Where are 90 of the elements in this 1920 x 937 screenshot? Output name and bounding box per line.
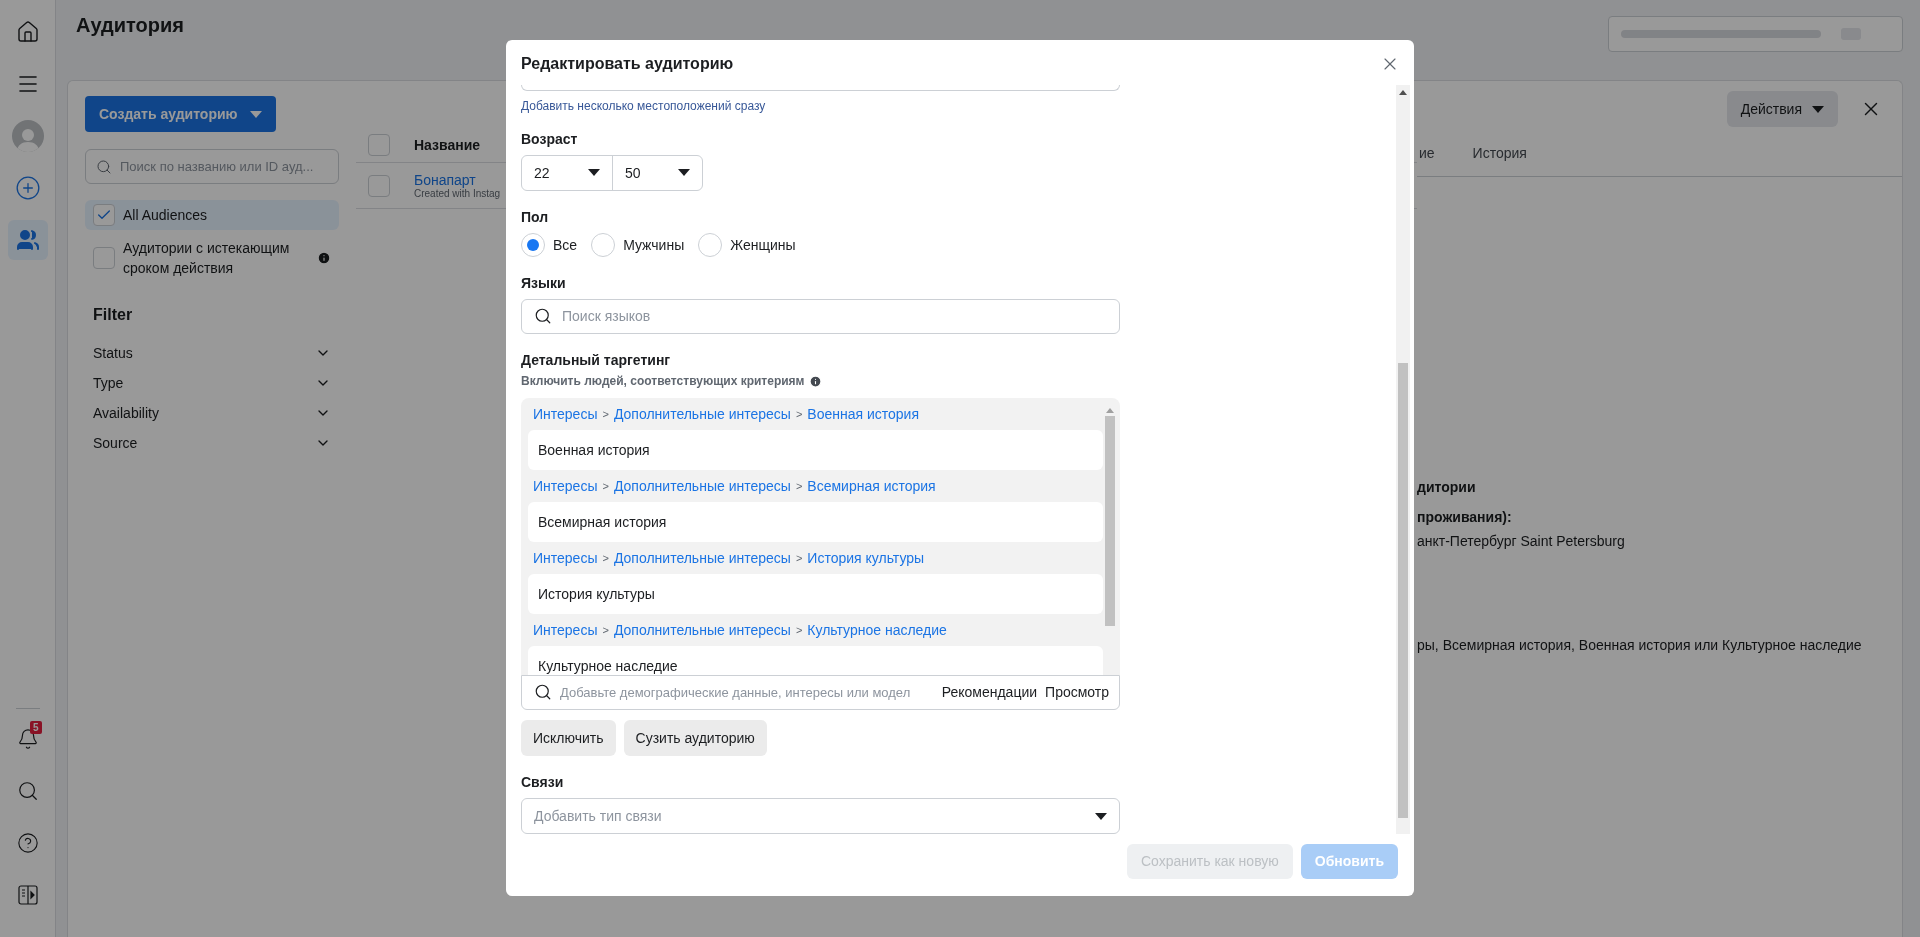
- page-title: Аудитория: [76, 14, 184, 37]
- audience-source: Created with Instag: [414, 188, 501, 199]
- avatar-icon: [11, 120, 44, 152]
- add-locations-link[interactable]: Добавить несколько местоположений сразу: [521, 98, 766, 113]
- nav-item[interactable]: [7, 220, 48, 260]
- filter-title: Filter: [93, 306, 134, 324]
- search-icon: [96, 158, 112, 175]
- notification-badge: 5: [29, 721, 42, 734]
- targeting-search-field[interactable]: Добавьте демографические данные, интересы или модел Рекомендации Просмотр: [521, 674, 1120, 711]
- scrollbar[interactable]: [1396, 85, 1410, 834]
- create-audience-button[interactable]: Создать аудиторию: [85, 96, 276, 132]
- panel-icon: [17, 885, 38, 905]
- search-icon: [534, 683, 552, 702]
- breadcrumb-separator: >: [602, 552, 609, 565]
- gender-label: Пол: [521, 208, 550, 225]
- breadcrumb-link[interactable]: Интересы: [533, 550, 598, 567]
- breadcrumb-link[interactable]: Дополнительные интересы: [613, 622, 791, 639]
- dialog-title: Редактировать аудиторию: [521, 54, 734, 73]
- breadcrumb-separator: >: [795, 552, 803, 565]
- breadcrumb-separator: >: [795, 480, 803, 493]
- people-icon: [15, 228, 40, 252]
- filter-item[interactable]: Status: [85, 338, 339, 368]
- breadcrumb-link[interactable]: Интересы: [533, 406, 598, 423]
- breadcrumb-link[interactable]: Интересы: [533, 478, 598, 495]
- detail-tab[interactable]: ие: [1419, 144, 1435, 161]
- breadcrumb-separator: >: [795, 408, 803, 421]
- checkbox[interactable]: [368, 174, 390, 197]
- gender-option-label: Все: [553, 236, 578, 253]
- breadcrumb-link[interactable]: История культуры: [807, 550, 925, 567]
- breadcrumb-separator: >: [602, 480, 609, 493]
- gender-option-label: Женщины: [730, 236, 796, 253]
- detail-tab[interactable]: История: [1472, 144, 1527, 161]
- caret-icon: [1095, 812, 1107, 820]
- detail-label: дитории: [1417, 479, 1477, 495]
- targeting-item[interactable]: История культуры: [528, 574, 1103, 615]
- connections-label: Связи: [521, 774, 565, 791]
- audience-list-item[interactable]: Аудитории с истекающим сроком действия: [85, 234, 339, 282]
- breadcrumb-link[interactable]: Дополнительные интересы: [613, 478, 791, 495]
- plus-circle-icon: [14, 175, 41, 201]
- audience-list-item[interactable]: All Audiences: [85, 200, 339, 230]
- breadcrumb-link[interactable]: Военная история: [807, 406, 919, 423]
- targeting-action-button[interactable]: Исключить: [521, 720, 616, 757]
- checkbox[interactable]: [368, 133, 390, 156]
- breadcrumb-link[interactable]: Всемирная история: [807, 478, 936, 495]
- detail-value: ры, Всемирная история, Военная история или Культурное наследие: [1417, 637, 1863, 653]
- breadcrumb-link[interactable]: Дополнительные интересы: [613, 406, 791, 423]
- targeting-action-button[interactable]: Сузить аудиторию: [623, 720, 767, 757]
- filter-item[interactable]: Source: [85, 428, 339, 458]
- gender-option[interactable]: Женщины: [698, 232, 796, 257]
- checkbox[interactable]: [93, 204, 115, 226]
- search-icon: [16, 780, 39, 802]
- targeting-item[interactable]: Военная история: [528, 430, 1103, 471]
- checkbox[interactable]: [93, 247, 115, 269]
- gender-option[interactable]: Мужчины: [591, 232, 685, 257]
- actions-button[interactable]: Действия: [1726, 91, 1838, 127]
- search-icon: [534, 307, 552, 326]
- breadcrumb-separator: >: [795, 624, 803, 637]
- detail-value: анкт-Петербург Saint Petersburg: [1417, 533, 1626, 549]
- info-icon: [808, 374, 822, 388]
- blurred-account-icon: [1621, 28, 1861, 40]
- browse-link[interactable]: Просмотр: [1045, 684, 1109, 701]
- connection-type-select[interactable]: Добавить тип связи: [521, 798, 1120, 834]
- breadcrumb-link[interactable]: Интересы: [533, 622, 598, 639]
- language-search-field[interactable]: Поиск языков: [521, 298, 1120, 335]
- home-icon: [15, 20, 40, 44]
- targeting-subtitle: Включить людей, соответствующих критериям: [521, 374, 805, 389]
- help-icon: [16, 832, 39, 854]
- breadcrumb-link[interactable]: Дополнительные интересы: [613, 550, 791, 567]
- scroll-up-icon: [1399, 90, 1407, 95]
- filter-item[interactable]: Availability: [85, 398, 339, 428]
- account-selector[interactable]: [1608, 16, 1903, 52]
- suggestions-link[interactable]: Рекомендации: [941, 684, 1038, 701]
- targeting-item[interactable]: Культурное наследие: [528, 646, 1103, 675]
- nav-item[interactable]: 5: [7, 719, 48, 759]
- scroll-up-icon: [1106, 408, 1114, 414]
- targeting-item[interactable]: Всемирная история: [528, 502, 1103, 543]
- breadcrumb-link[interactable]: Культурное наследие: [807, 622, 947, 639]
- filter-item[interactable]: Type: [85, 368, 339, 398]
- age-label: Возраст: [521, 130, 579, 147]
- detail-label: проживания):: [1417, 509, 1513, 525]
- breadcrumb-separator: >: [602, 624, 609, 637]
- caret-icon: [1812, 105, 1824, 113]
- languages-label: Языки: [521, 274, 567, 291]
- caret-icon: [249, 110, 262, 118]
- targeting-label: Детальный таргетинг: [521, 352, 672, 369]
- gender-option-label: Мужчины: [623, 236, 685, 253]
- gender-option[interactable]: Все: [521, 232, 578, 257]
- column-header[interactable]: Название: [414, 136, 481, 153]
- breadcrumb-separator: >: [602, 408, 609, 421]
- audience-name[interactable]: Бонапарт: [414, 172, 501, 188]
